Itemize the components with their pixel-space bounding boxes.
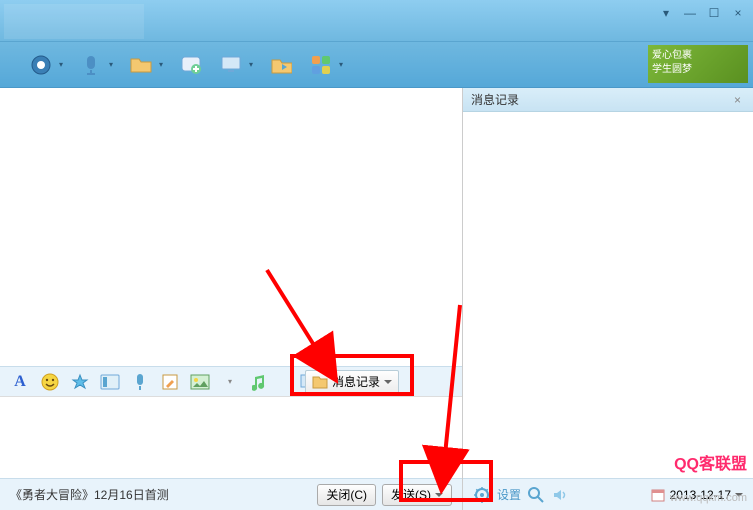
magic-icon[interactable]	[70, 372, 90, 392]
promo-text[interactable]: 《勇者大冒险》12月16日首测	[10, 486, 169, 503]
video-call-icon[interactable]	[25, 49, 57, 81]
history-label: 消息记录	[332, 373, 380, 390]
emoji-icon[interactable]	[40, 372, 60, 392]
sound-icon[interactable]	[551, 486, 569, 504]
watermark-sub: www.qqkm.com	[670, 492, 747, 504]
gif-icon[interactable]	[100, 372, 120, 392]
bottom-bar: 《勇者大冒险》12月16日首测 关闭(C) 发送(S)	[0, 478, 462, 510]
send-dropdown-icon[interactable]	[435, 493, 443, 501]
remote-dropdown-icon[interactable]: ▾	[249, 60, 257, 69]
promo-line1: 爱心包裹	[652, 49, 744, 63]
video-dropdown-icon[interactable]: ▾	[59, 60, 67, 69]
image-icon[interactable]	[190, 372, 210, 392]
remote-desktop-icon[interactable]	[215, 49, 247, 81]
history-pane: 消息记录 × 设置 2013-12-17	[463, 88, 753, 510]
image-dropdown-icon[interactable]: ▾	[220, 372, 240, 392]
close-button[interactable]: ×	[727, 4, 749, 22]
handwrite-icon[interactable]	[160, 372, 180, 392]
minimize-button[interactable]: —	[679, 4, 701, 22]
message-input-area[interactable]	[0, 396, 462, 478]
search-icon[interactable]	[527, 486, 545, 504]
apps-dropdown-icon[interactable]: ▾	[339, 60, 347, 69]
voice-call-icon[interactable]	[75, 49, 107, 81]
dropdown-button[interactable]: ▾	[655, 4, 677, 22]
maximize-button[interactable]: ☐	[703, 4, 725, 22]
watermark-main: QQ客联盟	[674, 450, 747, 474]
voice-icon[interactable]	[130, 372, 150, 392]
input-toolbar: A ▾	[0, 366, 462, 396]
promo-banner[interactable]: 爱心包裹 学生圆梦	[648, 45, 748, 83]
font-icon[interactable]: A	[10, 372, 30, 392]
chat-display-area[interactable]	[0, 88, 462, 366]
send-label: 发送(S)	[391, 486, 431, 503]
history-dropdown-icon[interactable]	[384, 380, 392, 388]
history-pane-title: 消息记录	[471, 91, 519, 108]
gear-icon[interactable]	[473, 486, 491, 504]
calendar-icon	[650, 487, 666, 503]
promo-line2: 学生圆梦	[652, 63, 744, 77]
send-file-icon[interactable]	[125, 49, 157, 81]
settings-label[interactable]: 设置	[497, 486, 521, 503]
apps-icon[interactable]	[305, 49, 337, 81]
create-discussion-icon[interactable]	[175, 49, 207, 81]
main-toolbar: ▾ ▾ ▾ ▾ ▾ 爱心包裹 学生圆梦	[0, 42, 753, 88]
title-bar: ▾ — ☐ ×	[0, 0, 753, 42]
file-dropdown-icon[interactable]: ▾	[159, 60, 167, 69]
history-list-area[interactable]	[463, 112, 753, 478]
close-chat-button[interactable]: 关闭(C)	[317, 484, 376, 506]
history-pane-title-bar: 消息记录 ×	[463, 88, 753, 112]
user-info-area[interactable]	[4, 4, 144, 39]
music-icon[interactable]	[250, 372, 270, 392]
history-pane-close-icon[interactable]: ×	[730, 93, 745, 107]
close-label: 关闭(C)	[326, 486, 367, 503]
message-history-button[interactable]: 消息记录	[305, 370, 399, 394]
share-icon[interactable]	[265, 49, 297, 81]
send-button[interactable]: 发送(S)	[382, 484, 452, 506]
voice-dropdown-icon[interactable]: ▾	[109, 60, 117, 69]
chat-pane: A ▾	[0, 88, 463, 510]
